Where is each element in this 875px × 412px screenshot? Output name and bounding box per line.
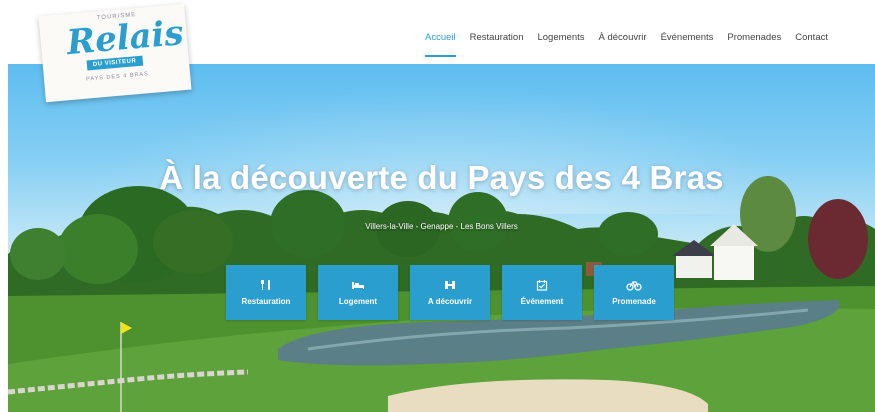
- bicycle-icon: [626, 279, 642, 291]
- tree-right-2: [808, 199, 868, 279]
- tile-logement[interactable]: Logement: [318, 265, 398, 320]
- landscape-illustration: [8, 176, 875, 412]
- nav-item-accueil[interactable]: Accueil: [418, 22, 463, 57]
- tile-label: Logement: [338, 297, 378, 306]
- house-1: [676, 254, 712, 278]
- logo-bottom-text: PAYS DES 4 BRAS: [85, 71, 150, 83]
- fork-knife-icon: [260, 279, 272, 291]
- house-2: [714, 244, 754, 280]
- tile-label: A découvrir: [427, 297, 473, 306]
- nav-item-evenements[interactable]: Événements: [654, 22, 721, 57]
- nav-item-logements[interactable]: Logements: [530, 22, 591, 57]
- nav-item-a-decouvrir[interactable]: À découvrir: [592, 22, 654, 57]
- nav-item-promenades[interactable]: Promenades: [720, 22, 788, 57]
- nav-item-restauration[interactable]: Restauration: [463, 22, 531, 57]
- main-nav: Accueil Restauration Logements À découvr…: [418, 22, 835, 57]
- tile-label: Événement: [520, 297, 564, 306]
- tile-evenement[interactable]: Événement: [502, 265, 582, 320]
- hero-title: À la découverte du Pays des 4 Bras: [159, 159, 724, 196]
- tile-label: Promenade: [612, 297, 656, 306]
- logo-main-text: Relais: [65, 13, 186, 64]
- category-tiles: Restauration Logement A découvrir Événem…: [226, 265, 674, 320]
- tree-left-3: [153, 210, 233, 274]
- tile-restauration[interactable]: Restauration: [226, 265, 306, 320]
- binoculars-icon: [444, 279, 456, 291]
- bed-icon: [351, 279, 365, 291]
- tree-left-4: [10, 228, 66, 280]
- calendar-icon: [536, 279, 548, 291]
- tile-promenade[interactable]: Promenade: [594, 265, 674, 320]
- tile-label: Restauration: [241, 297, 291, 306]
- nav-item-contact[interactable]: Contact: [788, 22, 835, 57]
- page: Accueil Restauration Logements À découvr…: [8, 0, 875, 412]
- site-logo[interactable]: TOURISME Relais DU VISITEUR PAYS DES 4 B…: [38, 3, 192, 103]
- tree-right-3: [598, 212, 658, 256]
- hero-banner: À la découverte du Pays des 4 Bras Ville…: [8, 64, 875, 412]
- tile-a-decouvrir[interactable]: A découvrir: [410, 265, 490, 320]
- hero-subtitle: Villers-la-Ville - Genappe - Les Bons Vi…: [365, 222, 518, 231]
